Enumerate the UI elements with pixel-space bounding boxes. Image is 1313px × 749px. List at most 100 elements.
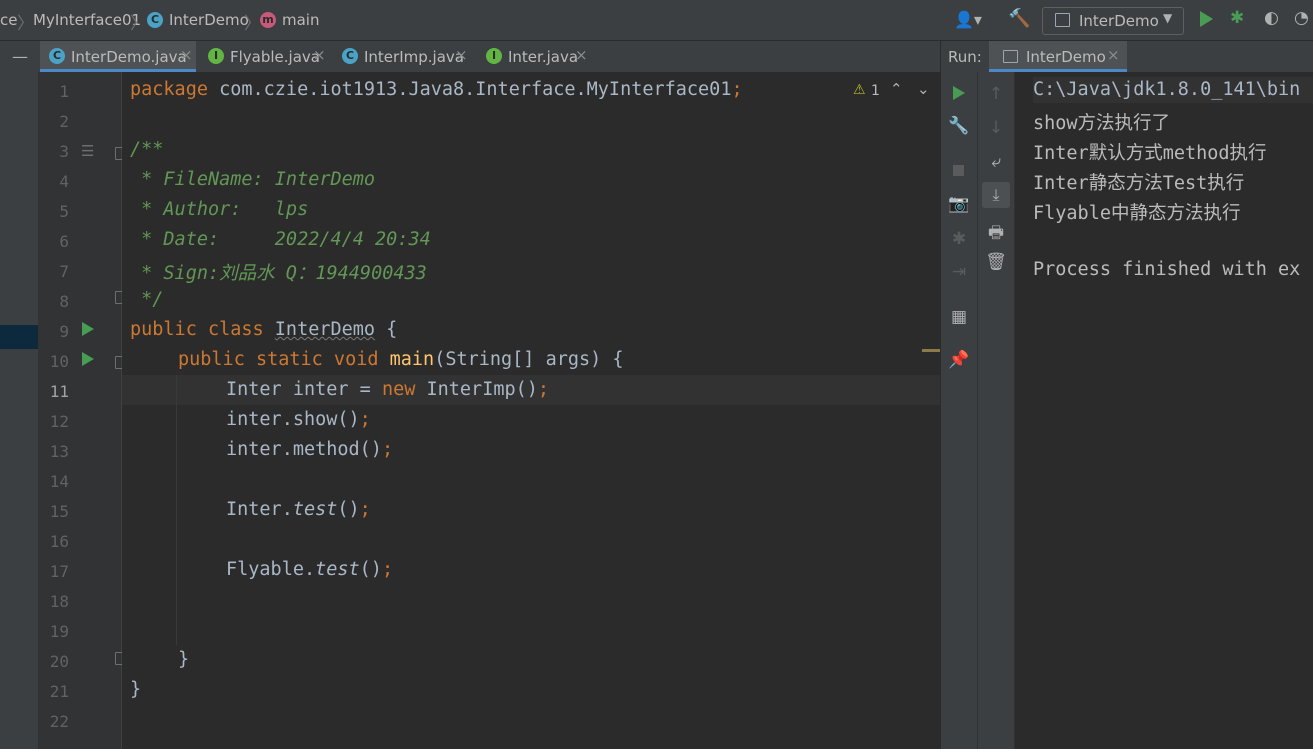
class-icon: C: [147, 12, 163, 28]
chevron-down-icon[interactable]: ⌄: [917, 80, 930, 98]
code-line-7: * Sign:刘品水 Q：1944900433: [130, 263, 427, 284]
console-line: show方法执行了: [1033, 113, 1171, 134]
line-number: 9: [59, 322, 69, 341]
editor-tab-bar: — C InterDemo.java × I Flyable.java × C …: [0, 41, 940, 73]
stop-icon[interactable]: [953, 165, 964, 176]
console-line: Flyable中静态方法执行: [1033, 203, 1241, 224]
arrow-down-icon[interactable]: ↓: [984, 118, 1008, 138]
keyword: package: [130, 79, 208, 100]
line-number-current: 11: [49, 382, 69, 401]
tab-interimp-java[interactable]: C InterImp.java ×: [334, 41, 476, 72]
run-tab-interdemo[interactable]: InterDemo ×: [989, 41, 1127, 72]
profile-icon[interactable]: ◔: [1294, 8, 1309, 28]
line-number: 17: [49, 562, 69, 581]
kill-bug-icon[interactable]: ✱: [947, 229, 971, 249]
close-icon[interactable]: ×: [455, 46, 468, 64]
tab-flyable-java[interactable]: I Flyable.java ×: [200, 41, 332, 72]
console-line: Inter静态方法Test执行: [1033, 173, 1245, 194]
wrench-icon[interactable]: 🔧: [947, 116, 971, 136]
camera-icon[interactable]: 📷: [947, 194, 971, 214]
interface-icon: I: [208, 48, 224, 64]
line-number: 10: [49, 352, 69, 371]
code-line-15: Inter.test();: [226, 499, 371, 520]
code-line-20: }: [178, 649, 190, 670]
semicolon: ;: [359, 499, 371, 520]
rerun-icon[interactable]: [953, 86, 965, 100]
build-hammer-icon[interactable]: 🔨: [1008, 8, 1030, 29]
coverage-icon[interactable]: ◐: [1264, 8, 1279, 28]
line-number: 3: [59, 142, 69, 161]
code-text: com.czie.iot1913.Java8.Interface.MyInter…: [207, 79, 732, 100]
tab-inter-java[interactable]: I Inter.java ×: [478, 41, 590, 72]
close-icon[interactable]: ×: [1107, 46, 1120, 64]
semicolon: ;: [537, 379, 550, 400]
code-text: Flyable.: [226, 559, 316, 580]
code-line-5: * Author: lps: [130, 199, 309, 220]
run-icon[interactable]: [1200, 11, 1213, 27]
keyword: public static void: [178, 349, 390, 370]
semicolon: ;: [731, 79, 743, 100]
run-toolbar-right: ↑ ↓ ⤶ ⤓ 🖶 🗑: [978, 72, 1015, 749]
scroll-to-end-toggle[interactable]: ⤓: [982, 182, 1010, 208]
line-number: 16: [49, 532, 69, 551]
scrollbar-marker: [922, 349, 940, 352]
warning-count: 1: [871, 83, 880, 99]
trash-icon[interactable]: 🗑: [984, 252, 1008, 272]
breadcrumb-item-folder[interactable]: MyInterface01: [33, 11, 141, 29]
exit-icon[interactable]: ⇥: [947, 262, 971, 282]
breadcrumb-item-method[interactable]: main: [282, 11, 319, 29]
tab-label: InterDemo.java: [71, 48, 187, 66]
pin-icon[interactable]: 📌: [947, 350, 971, 370]
line-number: 15: [49, 502, 69, 521]
application-icon: [1003, 50, 1018, 63]
chevron-up-icon[interactable]: ⌃: [890, 80, 903, 98]
close-icon[interactable]: ×: [180, 46, 193, 64]
interface-icon: I: [486, 48, 502, 64]
semicolon: ;: [381, 439, 394, 460]
line-number: 18: [49, 592, 69, 611]
arrow-up-icon[interactable]: ↑: [984, 84, 1008, 104]
code-text: inter.show(): [226, 409, 360, 430]
console-line: Inter默认方式method执行: [1033, 143, 1267, 164]
run-class-icon[interactable]: [82, 322, 94, 336]
run-main-icon[interactable]: [82, 352, 94, 366]
warning-icon[interactable]: ⚠: [853, 82, 866, 98]
breadcrumb-item-package[interactable]: ce: [0, 11, 17, 29]
code-text: Inter.: [226, 499, 293, 520]
code-line-6: * Date: 2022/4/4 20:34: [130, 229, 431, 250]
class-icon: C: [342, 48, 358, 64]
keyword: new: [381, 379, 427, 400]
print-icon[interactable]: 🖶: [984, 220, 1008, 249]
class-name: InterDemo: [274, 319, 376, 340]
code-text: (String[] args) {: [434, 349, 624, 370]
indent-guide: [176, 375, 177, 645]
user-icon[interactable]: 👤▾: [954, 10, 982, 29]
run-config-dropdown[interactable]: InterDemo ▼: [1042, 7, 1184, 35]
line-number: 12: [49, 412, 69, 431]
project-selection-highlight: [0, 325, 38, 349]
breadcrumb-separator-icon: 〉: [130, 14, 147, 34]
code-line-1: package com.czie.iot1913.Java8.Interface…: [130, 79, 743, 100]
line-number: 5: [59, 202, 69, 221]
close-icon[interactable]: ×: [313, 46, 326, 64]
minimize-icon[interactable]: —: [12, 47, 28, 66]
soft-wrap-icon[interactable]: ⤶: [984, 152, 1008, 172]
close-icon[interactable]: ×: [575, 46, 588, 64]
keyword: public class: [130, 319, 275, 340]
tab-label: Inter.java: [508, 48, 579, 66]
code-line-4: * FileName: InterDemo: [130, 169, 376, 190]
tab-interdemo-java[interactable]: C InterDemo.java ×: [40, 41, 196, 72]
run-config-label: InterDemo: [1079, 12, 1159, 30]
code-line-13: inter.method();: [226, 439, 393, 460]
line-number: 4: [59, 172, 69, 191]
tab-label: Flyable.java: [230, 48, 320, 66]
project-tool-strip: [0, 72, 39, 749]
static-method-name: test: [292, 499, 338, 520]
semicolon: ;: [381, 559, 394, 580]
debug-icon[interactable]: ✱: [1230, 8, 1244, 28]
breadcrumb-item-class[interactable]: InterDemo: [169, 11, 249, 29]
layout-icon[interactable]: ▦: [947, 307, 971, 327]
code-line-9: public class InterDemo {: [130, 319, 397, 340]
method-name: main: [389, 349, 435, 370]
doc-render-icon[interactable]: ☰: [81, 142, 94, 160]
